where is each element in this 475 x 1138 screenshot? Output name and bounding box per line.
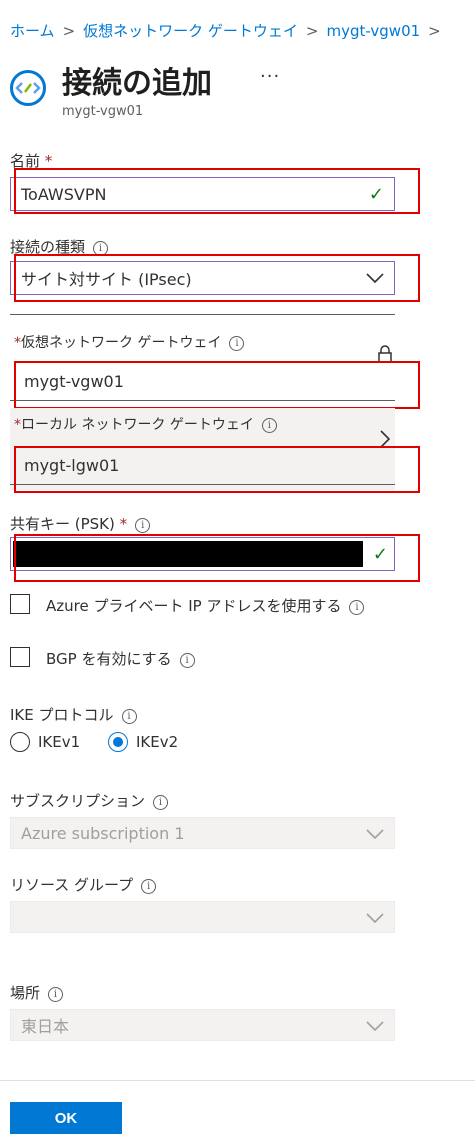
info-icon[interactable]: i bbox=[349, 600, 365, 615]
local-gateway-value: mygt-lgw01 bbox=[24, 455, 120, 475]
divider bbox=[10, 314, 395, 315]
ikev2-radio[interactable] bbox=[108, 732, 128, 752]
footer-divider bbox=[0, 1080, 475, 1081]
info-icon[interactable]: i bbox=[179, 653, 195, 668]
subscription-value: Azure subscription 1 bbox=[21, 823, 185, 843]
connection-icon bbox=[10, 70, 46, 106]
ike-protocol-label: IKE プロトコル i bbox=[10, 704, 137, 725]
connection-type-value: サイト対サイト (IPsec) bbox=[21, 270, 192, 289]
info-icon[interactable]: i bbox=[48, 987, 64, 1002]
info-icon[interactable]: i bbox=[153, 795, 169, 810]
required-marker: * bbox=[14, 335, 21, 351]
ok-button[interactable]: OK bbox=[10, 1102, 122, 1134]
connection-type-select[interactable]: サイト対サイト (IPsec) bbox=[10, 261, 395, 295]
azure-private-ip-checkbox[interactable] bbox=[10, 594, 30, 614]
required-marker: * bbox=[14, 417, 21, 433]
more-options-button[interactable]: ··· bbox=[260, 66, 280, 87]
page-subtitle: mygt-vgw01 bbox=[62, 104, 144, 119]
ikev2-label: IKEv2 bbox=[136, 733, 179, 751]
vnet-gateway-field: mygt-vgw01 bbox=[10, 362, 395, 401]
required-marker: * bbox=[119, 515, 128, 533]
vnet-gateway-label: *仮想ネットワーク ゲートウェイ i bbox=[14, 332, 245, 352]
breadcrumb-separator: > bbox=[305, 22, 319, 40]
chevron-down-icon bbox=[366, 1016, 384, 1035]
required-marker: * bbox=[44, 152, 53, 170]
breadcrumb-vnet-gateways[interactable]: 仮想ネットワーク ゲートウェイ bbox=[83, 22, 298, 40]
valid-check-icon: ✓ bbox=[372, 543, 388, 565]
info-icon[interactable]: i bbox=[93, 241, 109, 256]
info-icon[interactable]: i bbox=[261, 418, 277, 433]
breadcrumb-gateway[interactable]: mygt-vgw01 bbox=[327, 22, 421, 40]
subscription-select: Azure subscription 1 bbox=[10, 817, 395, 849]
location-value: 東日本 bbox=[21, 1017, 70, 1036]
info-icon[interactable]: i bbox=[229, 336, 245, 351]
breadcrumb-home[interactable]: ホーム bbox=[10, 22, 55, 40]
connection-type-label: 接続の種類 i bbox=[10, 236, 109, 257]
location-select: 東日本 bbox=[10, 1009, 395, 1041]
local-gateway-label: *ローカル ネットワーク ゲートウェイ i bbox=[14, 414, 277, 434]
vnet-gateway-value: mygt-vgw01 bbox=[24, 371, 124, 391]
chevron-down-icon bbox=[366, 824, 384, 843]
valid-check-icon: ✓ bbox=[368, 183, 384, 205]
name-input[interactable]: ToAWSVPN ✓ bbox=[10, 177, 395, 211]
local-gateway-field: mygt-lgw01 bbox=[10, 446, 395, 485]
chevron-down-icon bbox=[366, 908, 384, 927]
info-icon[interactable]: i bbox=[135, 518, 151, 533]
info-icon[interactable]: i bbox=[141, 879, 157, 894]
ikev1-radio[interactable] bbox=[10, 732, 30, 752]
resource-group-select bbox=[10, 901, 395, 933]
psk-input[interactable]: ✓ bbox=[10, 537, 395, 571]
ikev1-label: IKEv1 bbox=[38, 733, 81, 751]
resource-group-label: リソース グループ i bbox=[10, 874, 157, 895]
page-title: 接続の追加 bbox=[62, 66, 212, 101]
name-input-value: ToAWSVPN bbox=[21, 184, 107, 204]
info-icon[interactable]: i bbox=[121, 709, 137, 724]
location-label: 場所 i bbox=[10, 982, 64, 1003]
bgp-checkbox[interactable] bbox=[10, 647, 30, 667]
subscription-label: サブスクリプション i bbox=[10, 790, 169, 811]
breadcrumb: ホーム > 仮想ネットワーク ゲートウェイ > mygt-vgw01 > bbox=[10, 20, 449, 41]
name-label: 名前 * bbox=[10, 152, 53, 170]
chevron-down-icon bbox=[366, 273, 384, 283]
azure-private-ip-label: Azure プライベート IP アドレスを使用する i bbox=[46, 595, 365, 616]
psk-redaction bbox=[13, 541, 363, 567]
breadcrumb-separator: > bbox=[62, 22, 76, 40]
breadcrumb-separator: > bbox=[428, 22, 441, 40]
bgp-label: BGP を有効にする i bbox=[46, 648, 195, 669]
psk-label: 共有キー (PSK) * i bbox=[10, 513, 151, 534]
